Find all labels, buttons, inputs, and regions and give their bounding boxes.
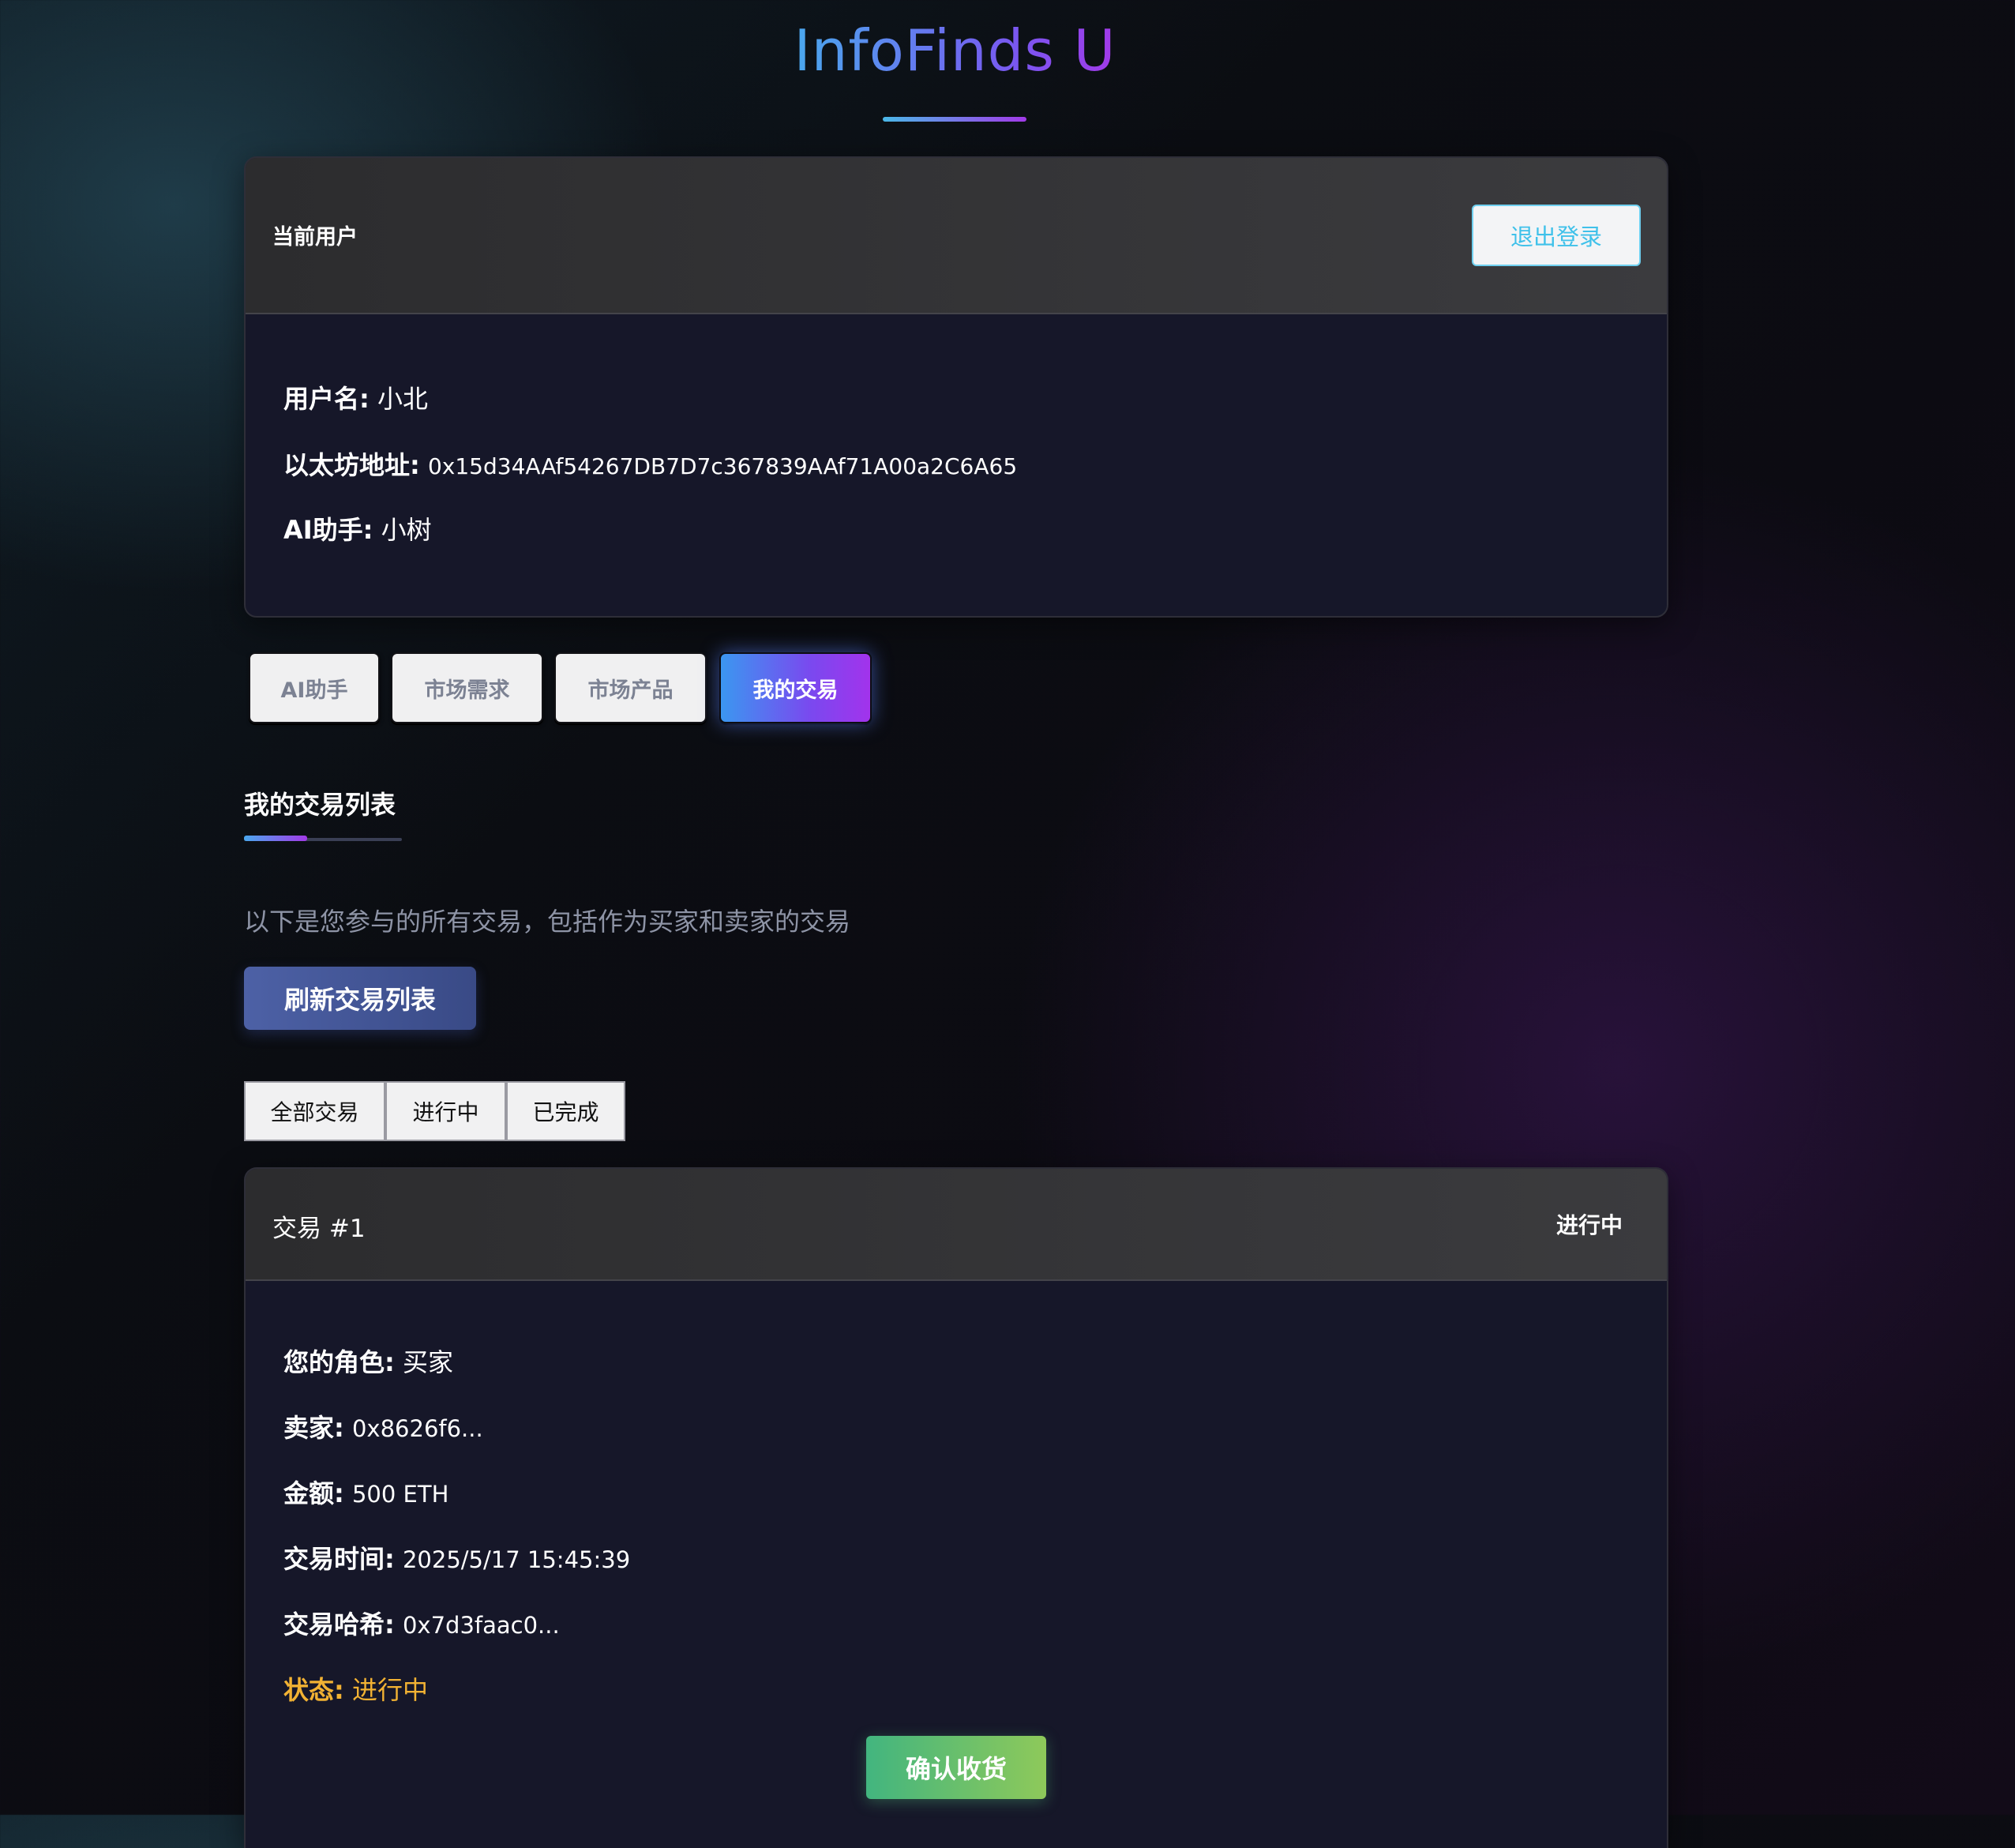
tab-market-products[interactable]: 市场产品 xyxy=(554,652,707,723)
filter-in-progress[interactable]: 进行中 xyxy=(385,1081,506,1141)
assistant-label: AI助手: xyxy=(283,515,373,545)
time-label: 交易时间: xyxy=(283,1544,395,1574)
transaction-card: 交易 #1 进行中 您的角色: 买家 卖家: 0x8626f6... 金额: 5… xyxy=(244,1167,1668,1848)
section-underline xyxy=(244,836,307,841)
transactions-section-title: 我的交易列表 xyxy=(244,790,396,820)
seller-label: 卖家: xyxy=(283,1413,344,1443)
filter-all-transactions[interactable]: 全部交易 xyxy=(244,1081,385,1141)
amount-row: 金额: 500 ETH xyxy=(283,1474,448,1510)
hash-row: 交易哈希: 0x7d3faac0... xyxy=(283,1605,560,1641)
username-row: 用户名: 小北 xyxy=(283,379,428,415)
transaction-card-header: 交易 #1 进行中 xyxy=(246,1169,1667,1281)
status-row: 状态: 进行中 xyxy=(283,1670,428,1707)
time-row: 交易时间: 2025/5/17 15:45:39 xyxy=(283,1539,630,1576)
username-label: 用户名: xyxy=(283,384,370,414)
role-label: 您的角色: xyxy=(283,1347,395,1377)
transaction-title: 交易 #1 xyxy=(272,1215,366,1243)
eth-address-row: 以太坊地址: 0x15d34AAf54267DB7D7c367839AAf71A… xyxy=(283,445,1017,482)
refresh-transactions-button[interactable]: 刷新交易列表 xyxy=(244,967,476,1030)
transactions-description: 以下是您参与的所有交易，包括作为买家和卖家的交易 xyxy=(244,907,851,937)
transaction-status-badge: 进行中 xyxy=(1555,1212,1623,1238)
status-value: 进行中 xyxy=(351,1675,428,1705)
status-label: 状态: xyxy=(283,1675,344,1705)
current-user-card-header: 当前用户 退出登录 xyxy=(246,158,1667,314)
assistant-value: 小树 xyxy=(381,515,432,545)
amount-label: 金额: xyxy=(283,1478,344,1508)
role-value: 买家 xyxy=(402,1347,453,1377)
assistant-row: AI助手: 小树 xyxy=(283,510,432,547)
tab-market-demand[interactable]: 市场需求 xyxy=(391,652,543,723)
current-user-card: 当前用户 退出登录 用户名: 小北 以太坊地址: 0x15d34AAf54267… xyxy=(244,156,1668,618)
hash-value: 0x7d3faac0... xyxy=(402,1612,560,1639)
hash-label: 交易哈希: xyxy=(283,1609,395,1640)
amount-value: 500 ETH xyxy=(351,1481,449,1508)
role-row: 您的角色: 买家 xyxy=(283,1343,453,1379)
username-value: 小北 xyxy=(377,384,428,414)
current-user-label: 当前用户 xyxy=(272,225,358,250)
title-underline xyxy=(883,117,1026,122)
logout-button[interactable]: 退出登录 xyxy=(1472,205,1641,266)
app-title: InfoFinds U xyxy=(0,17,1910,84)
eth-address-label: 以太坊地址: xyxy=(283,450,420,480)
time-value: 2025/5/17 15:45:39 xyxy=(402,1546,631,1573)
app-title-text: InfoFinds U xyxy=(794,17,1116,84)
seller-value: 0x8626f6... xyxy=(351,1415,483,1442)
tab-my-transactions[interactable]: 我的交易 xyxy=(719,652,872,723)
tab-ai-assistant[interactable]: AI助手 xyxy=(249,652,380,723)
seller-row: 卖家: 0x8626f6... xyxy=(283,1408,483,1444)
confirm-receipt-button[interactable]: 确认收货 xyxy=(866,1736,1046,1799)
eth-address-value: 0x15d34AAf54267DB7D7c367839AAf71A00a2C6A… xyxy=(427,453,1018,479)
filter-completed[interactable]: 已完成 xyxy=(506,1081,625,1141)
